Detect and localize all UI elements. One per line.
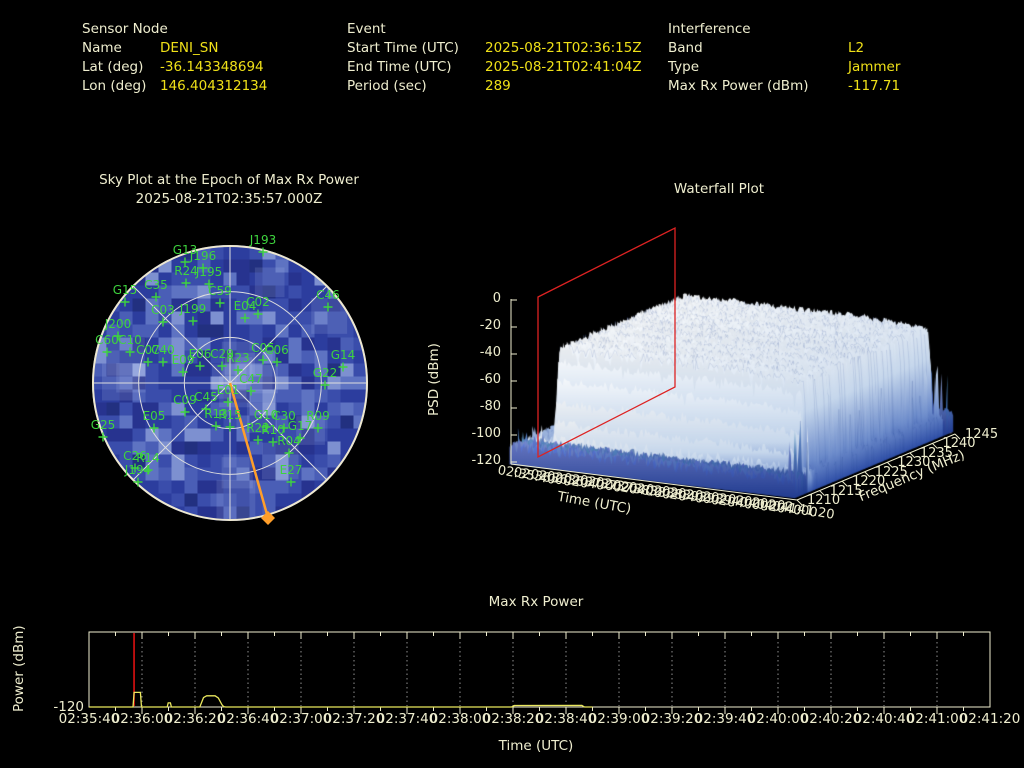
interference-band-value: L2 xyxy=(848,40,865,56)
field-label: Name xyxy=(82,40,122,56)
sensor-node-panel: Sensor Node Name DENI_SN Lat (deg) -36.143… xyxy=(82,20,267,96)
skyplot-subtitle: 2025-08-21T02:35:57.000Z xyxy=(135,191,323,207)
interference-panel: Interference Band L2 Type Jammer Max Rx Po… xyxy=(668,20,900,96)
field-label: Band xyxy=(668,40,703,56)
sensor-lat-value: -36.143348694 xyxy=(160,59,264,75)
sensor-lon-value: 146.404312134 xyxy=(160,78,268,94)
event-end-value: 2025-08-21T02:41:04Z xyxy=(485,59,642,75)
event-start-value: 2025-08-21T02:36:15Z xyxy=(485,40,642,56)
power-y-axis-label: Power (dBm) xyxy=(11,625,27,712)
field-label: Lon (deg) xyxy=(82,78,147,94)
waterfall-title: Waterfall Plot xyxy=(673,181,765,197)
waterfall-psd-axis-label: PSD (dBm) xyxy=(426,343,442,416)
field-label: Period (sec) xyxy=(347,78,427,94)
skyplot-title: Sky Plot at the Epoch of Max Rx Power xyxy=(99,172,359,188)
event-panel: Event Start Time (UTC) 2025-08-21T02:36:1… xyxy=(347,20,642,96)
sensor-name-value: DENI_SN xyxy=(160,40,219,56)
event-period-value: 289 xyxy=(485,78,511,94)
panel-title: Interference xyxy=(668,21,751,37)
power-ytick-label: -120 xyxy=(53,699,84,715)
waterfall-surface-canvas xyxy=(0,0,1024,768)
interference-type-value: Jammer xyxy=(848,59,901,75)
max-rx-power-value: -117.71 xyxy=(848,78,901,94)
field-label: Lat (deg) xyxy=(82,59,144,75)
field-label: Max Rx Power (dBm) xyxy=(668,78,809,94)
panel-title: Sensor Node xyxy=(82,21,168,37)
power-plot-title: Max Rx Power xyxy=(488,594,584,610)
rfi-monitor-dashboard: G13 J196 R24 J195 J193 G15 C35 C03 J199 C59 E04 C02… xyxy=(0,0,1024,768)
field-label: End Time (UTC) xyxy=(347,59,452,75)
field-label: Start Time (UTC) xyxy=(347,40,459,56)
panel-title: Event xyxy=(347,21,386,37)
field-label: Type xyxy=(668,59,700,75)
power-x-axis-label: Time (UTC) xyxy=(498,738,574,754)
